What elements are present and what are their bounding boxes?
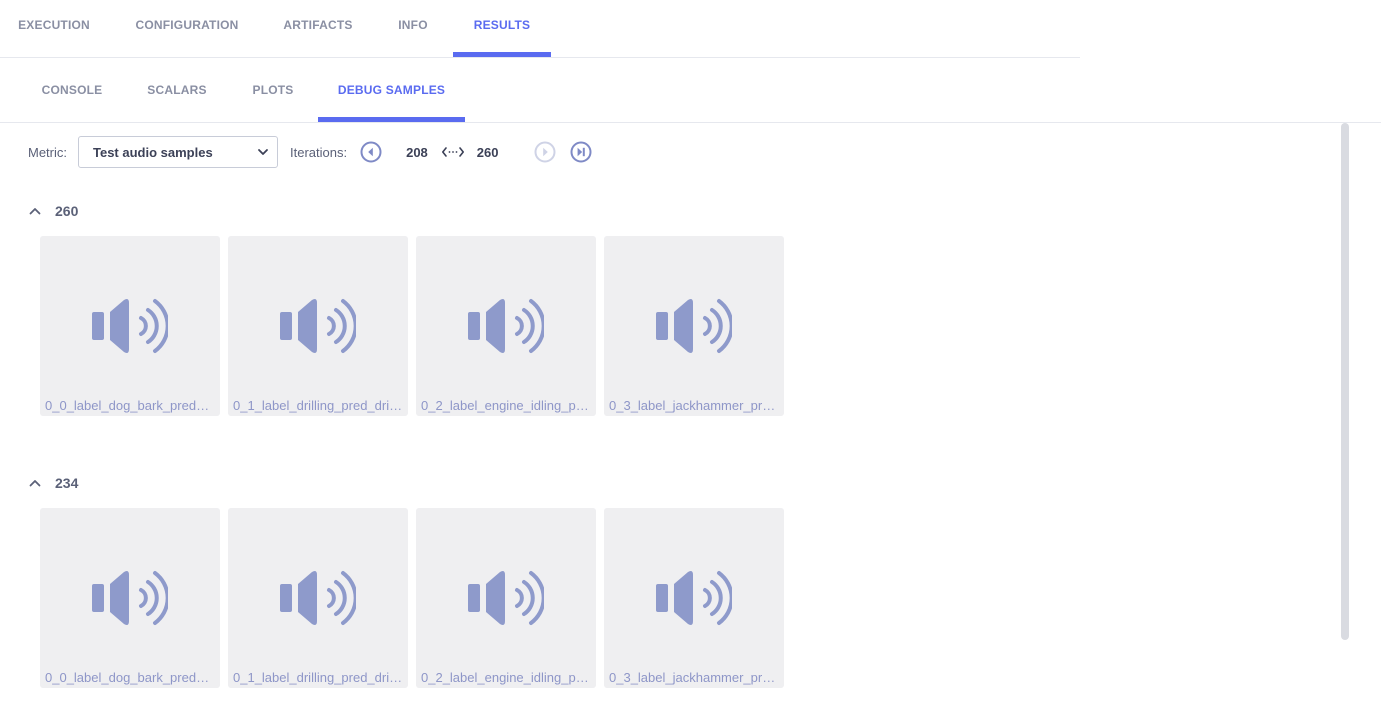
sample-name: 0_3_label_jackhammer_pred_jackhammer — [609, 398, 780, 413]
chevron-down-icon — [258, 149, 268, 155]
speaker-icon — [92, 571, 168, 625]
sample-row: 0_0_label_dog_bark_pred_dog_bark 0_1_lab… — [40, 236, 784, 416]
sample-row: 0_0_label_dog_bark_pred_dog_bark 0_1_lab… — [40, 508, 784, 688]
tab-label: INFO — [398, 18, 428, 32]
sample-name: 0_1_label_drilling_pred_drilling — [233, 398, 404, 413]
speaker-icon — [92, 299, 168, 353]
speaker-icon — [656, 571, 732, 625]
circle-arrow-left-icon — [360, 141, 382, 163]
audio-sample-card[interactable]: 0_0_label_dog_bark_pred_dog_bark — [40, 508, 220, 688]
tab-artifacts[interactable]: ARTIFACTS — [270, 0, 366, 57]
last-iteration-button[interactable] — [570, 141, 592, 163]
tab-console[interactable]: CONSOLE — [28, 58, 116, 122]
circle-skip-end-icon — [570, 141, 591, 163]
chevron-up-icon — [29, 208, 41, 215]
top-tab-bar: EXECUTION CONFIGURATION ARTIFACTS INFO R… — [0, 0, 1381, 58]
metric-select[interactable]: Test audio samples — [78, 136, 278, 168]
audio-sample-card[interactable]: 0_2_label_engine_idling_pred_engine_idli… — [416, 508, 596, 688]
tab-results[interactable]: RESULTS — [453, 0, 551, 57]
audio-sample-card[interactable]: 0_2_label_engine_idling_pred_engine_idli… — [416, 236, 596, 416]
prev-iteration-button[interactable] — [360, 141, 382, 163]
tab-label: CONFIGURATION — [135, 18, 239, 32]
iteration-title: 234 — [55, 475, 79, 491]
samples-toolbar: Metric: Test audio samples Iterations: 2… — [28, 136, 592, 168]
circle-arrow-right-icon — [534, 141, 555, 163]
next-iteration-button[interactable] — [534, 141, 556, 163]
iterations-label: Iterations: — [290, 144, 348, 160]
sample-name: 0_2_label_engine_idling_pred_engine_idli… — [421, 398, 592, 413]
tab-debug-samples[interactable]: DEBUG SAMPLES — [318, 58, 465, 122]
iteration-to: 260 — [476, 144, 499, 160]
divider — [0, 122, 1381, 123]
audio-sample-card[interactable]: 0_3_label_jackhammer_pred_jackhammer — [604, 508, 784, 688]
tab-info[interactable]: INFO — [384, 0, 442, 57]
iteration-title: 260 — [55, 203, 79, 219]
sample-name: 0_3_label_jackhammer_pred_jackhammer — [609, 670, 780, 685]
tab-label: ARTIFACTS — [283, 18, 353, 32]
debug-samples-page: EXECUTION CONFIGURATION ARTIFACTS INFO R… — [0, 0, 1381, 708]
metric-select-value: Test audio samples — [93, 144, 213, 160]
speaker-icon — [280, 299, 356, 353]
tab-configuration[interactable]: CONFIGURATION — [122, 0, 252, 57]
tab-plots[interactable]: PLOTS — [238, 58, 308, 122]
speaker-icon — [468, 299, 544, 353]
range-arrows-icon — [441, 147, 464, 157]
sample-name: 0_2_label_engine_idling_pred_engine_idli… — [421, 670, 592, 685]
audio-sample-card[interactable]: 0_3_label_jackhammer_pred_jackhammer — [604, 236, 784, 416]
tab-label: RESULTS — [473, 18, 531, 32]
tab-label: CONSOLE — [41, 83, 103, 97]
speaker-icon — [468, 571, 544, 625]
audio-sample-card[interactable]: 0_0_label_dog_bark_pred_dog_bark — [40, 236, 220, 416]
audio-sample-card[interactable]: 0_1_label_drilling_pred_drilling — [228, 508, 408, 688]
sample-name: 0_1_label_drilling_pred_drilling — [233, 670, 404, 685]
scrollbar[interactable] — [1341, 123, 1349, 640]
tab-label: DEBUG SAMPLES — [337, 83, 446, 97]
metric-label: Metric: — [28, 144, 67, 160]
chevron-up-icon — [29, 480, 41, 487]
tab-execution[interactable]: EXECUTION — [0, 0, 108, 57]
tab-scalars[interactable]: SCALARS — [134, 58, 220, 122]
tab-label: EXECUTION — [18, 18, 90, 32]
iteration-from: 208 — [406, 144, 428, 160]
speaker-icon — [280, 571, 356, 625]
audio-sample-card[interactable]: 0_1_label_drilling_pred_drilling — [228, 236, 408, 416]
iteration-section-header[interactable]: 234 — [28, 473, 78, 493]
sub-tab-bar: CONSOLE SCALARS PLOTS DEBUG SAMPLES — [0, 58, 1381, 123]
speaker-icon — [656, 299, 732, 353]
iteration-section-header[interactable]: 260 — [28, 201, 78, 221]
tab-label: SCALARS — [147, 83, 207, 97]
tab-label: PLOTS — [252, 83, 294, 97]
sample-name: 0_0_label_dog_bark_pred_dog_bark — [45, 398, 216, 413]
sample-name: 0_0_label_dog_bark_pred_dog_bark — [45, 670, 216, 685]
